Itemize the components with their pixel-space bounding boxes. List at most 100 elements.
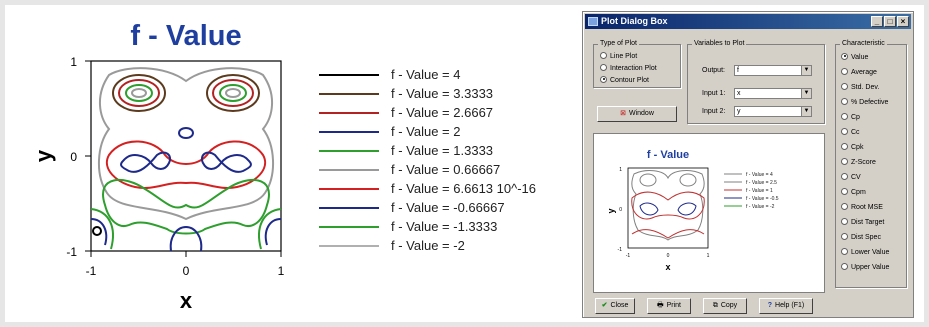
radio-char-z-score[interactable]: Z-Score	[841, 157, 876, 167]
main-contour-figure: f - Value 1 0 -1 -1 0 1 x y f - Value = …	[5, 5, 580, 322]
radio-interaction-plot-label: Interaction Plot	[610, 65, 657, 72]
radio-char-defective-label: % Defective	[851, 99, 889, 106]
radio-line-plot-dot[interactable]	[600, 51, 607, 59]
radio-char-cc[interactable]: Cc	[841, 127, 860, 137]
mini-x-tick-1: -1	[626, 253, 631, 259]
mini-x-tick-3: 1	[707, 253, 710, 259]
main-y-label: y	[31, 149, 56, 162]
radio-char-cpk[interactable]: Cpk	[841, 142, 863, 152]
radio-char-cc-dot[interactable]	[841, 127, 848, 135]
input1-select-value: x	[737, 90, 741, 97]
window-button[interactable]: ⊠ Window	[597, 106, 677, 122]
radio-char-average-label: Average	[851, 69, 877, 76]
mini-x-label: x	[665, 262, 670, 272]
close-window-icon[interactable]: ×	[897, 16, 909, 27]
input1-label: Input 1:	[702, 90, 726, 97]
radio-char-lower-value-dot[interactable]	[841, 247, 848, 255]
minimize-icon[interactable]: _	[871, 16, 883, 27]
mini-x-tick-2: 0	[667, 253, 670, 259]
radio-char-lower-value-label: Lower Value	[851, 249, 890, 256]
radio-char-std-dev-dot[interactable]	[841, 82, 848, 90]
radio-char-upper-value-dot[interactable]	[841, 262, 848, 270]
legend-label-6: f - Value = 6.6613 10^-16	[391, 181, 536, 196]
help-button[interactable]: ? Help (F1)	[759, 298, 813, 314]
print-button-label: Print	[666, 302, 681, 309]
characteristic-group: Characteristic Value Average Std. Dev. %…	[835, 39, 907, 288]
variables-title: Variables to Plot	[692, 39, 747, 48]
radio-char-cp-label: Cp	[851, 114, 860, 121]
radio-char-root-mse-dot[interactable]	[841, 202, 848, 210]
mini-plot-panel: f - Value 1 0 -1 -1 0 1 x y f - Value = …	[593, 133, 825, 293]
radio-char-average-dot[interactable]	[841, 67, 848, 75]
radio-char-dist-target-label: Dist Target	[851, 219, 885, 226]
radio-char-root-mse[interactable]: Root MSE	[841, 202, 883, 212]
radio-char-upper-value[interactable]: Upper Value	[841, 262, 890, 272]
main-y-tick-3: -1	[66, 245, 77, 259]
input2-label: Input 2:	[702, 108, 726, 115]
mini-legend-label-1: f - Value = 2.5	[746, 180, 777, 186]
radio-char-dist-spec-dot[interactable]	[841, 232, 848, 240]
help-button-label: Help (F1)	[775, 302, 805, 309]
output-label: Output:	[702, 67, 725, 74]
input2-select[interactable]: y ▼	[734, 106, 812, 117]
output-select[interactable]: f ▼	[734, 65, 812, 76]
main-x-label: x	[180, 288, 193, 313]
radio-char-z-score-label: Z-Score	[851, 159, 876, 166]
legend-label-3: f - Value = 2	[391, 124, 461, 139]
legend-label-2: f - Value = 2.6667	[391, 105, 493, 120]
dialog-titlebar[interactable]: Plot Dialog Box _ □ ×	[585, 14, 911, 29]
radio-char-cpm-dot[interactable]	[841, 187, 848, 195]
radio-char-root-mse-label: Root MSE	[851, 204, 883, 211]
radio-line-plot[interactable]: Line Plot	[600, 51, 637, 61]
radio-char-value-label: Value	[851, 54, 869, 61]
legend-label-9: f - Value = -2	[391, 238, 465, 253]
characteristic-title: Characteristic	[840, 39, 887, 48]
main-contour-svg: f - Value 1 0 -1 -1 0 1 x y f - Value = …	[31, 20, 536, 313]
radio-char-cp-dot[interactable]	[841, 112, 848, 120]
radio-char-value[interactable]: Value	[841, 52, 869, 62]
radio-char-cc-label: Cc	[851, 129, 860, 136]
radio-char-cv[interactable]: CV	[841, 172, 861, 182]
radio-char-dist-target[interactable]: Dist Target	[841, 217, 885, 227]
main-x-tick-3: 1	[278, 264, 285, 278]
radio-char-std-dev[interactable]: Std. Dev.	[841, 82, 879, 92]
radio-char-dist-spec[interactable]: Dist Spec	[841, 232, 881, 242]
main-y-tick-1: 1	[70, 55, 77, 69]
radio-char-cp[interactable]: Cp	[841, 112, 860, 122]
chevron-down-icon[interactable]: ▼	[801, 89, 811, 98]
radio-char-dist-target-dot[interactable]	[841, 217, 848, 225]
chevron-down-icon[interactable]: ▼	[801, 66, 811, 75]
screenshot-canvas: f - Value 1 0 -1 -1 0 1 x y f - Value = …	[5, 5, 924, 322]
main-legend: f - Value = 4 f - Value = 3.3333 f - Val…	[319, 67, 536, 253]
help-icon: ?	[767, 302, 773, 309]
mini-y-tick-2: 0	[619, 207, 622, 213]
legend-label-8: f - Value = -1.3333	[391, 219, 497, 234]
radio-char-average[interactable]: Average	[841, 67, 877, 77]
radio-char-cpm-label: Cpm	[851, 189, 866, 196]
radio-char-lower-value[interactable]: Lower Value	[841, 247, 890, 257]
radio-char-cpm[interactable]: Cpm	[841, 187, 866, 197]
radio-contour-plot-dot[interactable]	[600, 75, 607, 83]
print-button[interactable]: 🖶 Print	[647, 298, 691, 314]
radio-char-defective[interactable]: % Defective	[841, 97, 889, 107]
close-button[interactable]: ✔ Close	[595, 298, 635, 314]
radio-interaction-plot-dot[interactable]	[600, 63, 607, 71]
copy-button[interactable]: ⧉ Copy	[703, 298, 747, 314]
copy-icon: ⧉	[712, 302, 718, 309]
radio-char-cv-dot[interactable]	[841, 172, 848, 180]
chevron-down-icon[interactable]: ▼	[801, 107, 811, 116]
checkmark-icon: ✔	[601, 302, 608, 309]
main-y-tick-2: 0	[70, 150, 77, 164]
radio-contour-plot[interactable]: Contour Plot	[600, 75, 649, 85]
radio-char-value-dot[interactable]	[841, 52, 848, 60]
mini-y-tick-1: 1	[619, 167, 622, 173]
input1-select[interactable]: x ▼	[734, 88, 812, 99]
maximize-icon[interactable]: □	[884, 16, 896, 27]
radio-char-z-score-dot[interactable]	[841, 157, 848, 165]
radio-char-upper-value-label: Upper Value	[851, 264, 890, 271]
radio-char-cpk-dot[interactable]	[841, 142, 848, 150]
mini-legend-label-4: f - Value = -2	[746, 204, 775, 210]
radio-char-defective-dot[interactable]	[841, 97, 848, 105]
variables-group: Variables to Plot Output: f ▼ Input 1: x…	[687, 39, 825, 124]
radio-interaction-plot[interactable]: Interaction Plot	[600, 63, 657, 73]
